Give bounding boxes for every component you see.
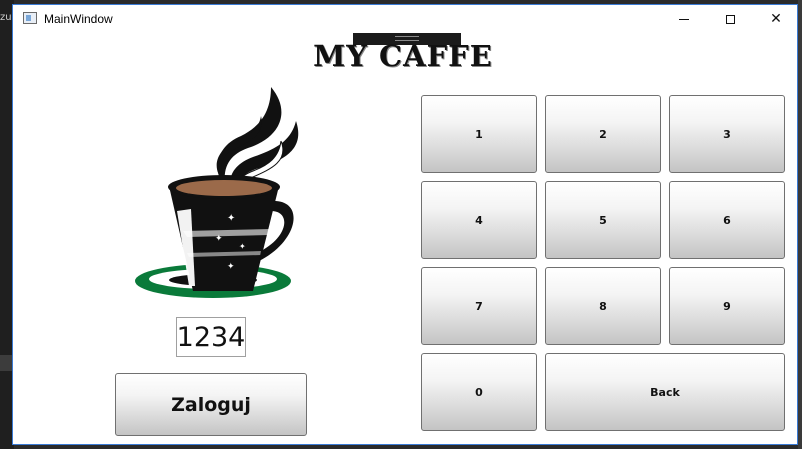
minimize-button[interactable] xyxy=(661,5,707,33)
svg-text:✦: ✦ xyxy=(239,242,246,251)
keypad-button-6[interactable]: 6 xyxy=(669,181,785,259)
svg-text:✦: ✦ xyxy=(215,234,223,244)
keypad-button-4[interactable]: 4 xyxy=(421,181,537,259)
login-button[interactable]: Zaloguj xyxy=(115,373,307,436)
maximize-button[interactable] xyxy=(707,5,753,33)
keypad-button-9[interactable]: 9 xyxy=(669,267,785,345)
window-icon xyxy=(23,12,37,24)
maximize-icon xyxy=(725,14,735,24)
desktop-edge-text: zu xyxy=(0,12,12,23)
coffee-cup-icon: ✦ ✦ ✦ ✦ xyxy=(135,87,299,298)
window-title: MainWindow xyxy=(44,12,113,26)
minimize-icon xyxy=(679,18,689,20)
main-window: MainWindow ✕ MY CAFFE ✦ ✦ ✦ ✦ 1234 Zalog… xyxy=(12,4,798,445)
keypad-button-0[interactable]: 0 xyxy=(421,353,537,431)
svg-text:✦: ✦ xyxy=(227,262,235,272)
svg-text:✦: ✦ xyxy=(227,213,235,224)
keypad-button-1[interactable]: 1 xyxy=(421,95,537,173)
title-bar[interactable]: MainWindow ✕ xyxy=(13,5,797,33)
desktop-right-edge xyxy=(798,0,802,449)
keypad-button-3[interactable]: 3 xyxy=(669,95,785,173)
keypad-back-button[interactable]: Back xyxy=(545,353,785,431)
close-icon: ✕ xyxy=(770,11,782,27)
keypad-button-7[interactable]: 7 xyxy=(421,267,537,345)
app-title: MY CAFFE xyxy=(313,39,493,73)
keypad-button-5[interactable]: 5 xyxy=(545,181,661,259)
close-button[interactable]: ✕ xyxy=(753,5,799,33)
keypad-button-2[interactable]: 2 xyxy=(545,95,661,173)
keypad-button-8[interactable]: 8 xyxy=(545,267,661,345)
pin-display[interactable]: 1234 xyxy=(176,317,246,357)
